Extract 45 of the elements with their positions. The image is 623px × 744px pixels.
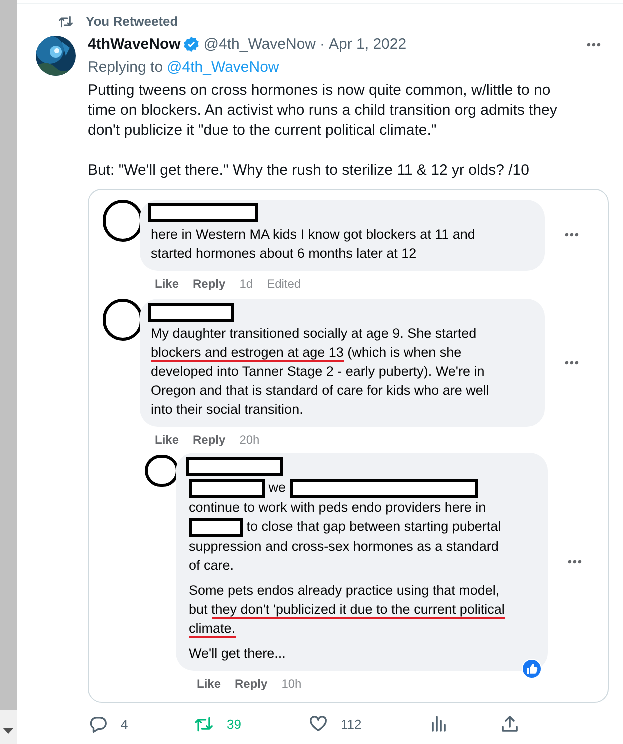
comment-text: to close that gap between starting pubertal [246, 519, 502, 536]
comment-action-link[interactable]: Like [155, 431, 180, 449]
comment-text: We'll get there... [189, 645, 287, 664]
scrollbar[interactable] [0, 0, 17, 744]
comment-action-link[interactable]: Reply [235, 675, 268, 694]
comment-action-link[interactable]: Like [155, 274, 180, 293]
author-name[interactable]: 4thWaveNow [88, 34, 181, 56]
redaction-box [189, 518, 243, 538]
tweet-text: But: "We'll get there." Why the rush to sterilize 11 & 12 yr olds? /10 [88, 160, 530, 180]
retweet-icon [58, 14, 74, 29]
bar-chart-icon[interactable] [431, 715, 447, 734]
author-handle[interactable]: @4th_WaveNow [204, 34, 316, 56]
comment-action-link[interactable]: Like [197, 675, 222, 694]
reply-icon[interactable] [89, 714, 108, 734]
comment-text: continue to work with peds endo providers here in [189, 500, 486, 518]
comment-meta: Edited [267, 276, 302, 293]
action-count: 112 [341, 716, 362, 734]
comment-text: here in Western MA kids I know got blockers at 11 and started hormones about 6 months later at 12 [151, 226, 476, 263]
comment-text: suppression and cross-sex hormones as a standard [189, 539, 499, 556]
comment-action-link[interactable]: Reply [193, 431, 226, 449]
attached-screenshot[interactable] [88, 188, 609, 702]
comment-action-link[interactable]: Reply [193, 274, 226, 293]
tweet-date[interactable]: Apr 1, 2022 [329, 34, 407, 56]
more-icon[interactable] [565, 360, 579, 365]
separator-dot: · [320, 34, 326, 54]
mention-link[interactable]: @4th_WaveNow [167, 57, 280, 80]
comment-text: Some pets endos already practice using that model, but they don't 'publicized it due to the current political climate. [189, 582, 506, 638]
action-count: 39 [227, 716, 242, 734]
comment-text: we [268, 480, 286, 498]
comment-text: My daughter transitioned socially at age 9. She started blockers and estrogen at age 13 (which is when she developed into Tanner Stage 2 - early puberty). We're in Oregon and that is standard of care for kids who are well into their social transition. [151, 325, 490, 419]
more-icon[interactable] [565, 233, 579, 238]
comment-text: of care. [189, 558, 234, 576]
retweet-label: You Retweeted [86, 13, 178, 31]
share-icon[interactable] [501, 715, 519, 734]
replying-label: Replying to [88, 58, 164, 78]
more-icon[interactable] [587, 42, 601, 47]
comment-meta: 10h [282, 676, 302, 694]
scroll-down-icon[interactable] [0, 726, 17, 736]
action-count: 4 [121, 716, 128, 734]
comment-meta: 1d [240, 276, 254, 293]
comment-meta: 20h [240, 432, 260, 449]
tweet-text: Putting tweens on cross hormones is now quite common, w/little to no time on blockers. An activist who runs a child transition org admits they don't publicize it "due to the current political climate." [88, 80, 558, 140]
like-reaction-icon [522, 659, 542, 680]
heart-icon[interactable] [309, 715, 328, 734]
more-icon[interactable] [568, 560, 582, 564]
